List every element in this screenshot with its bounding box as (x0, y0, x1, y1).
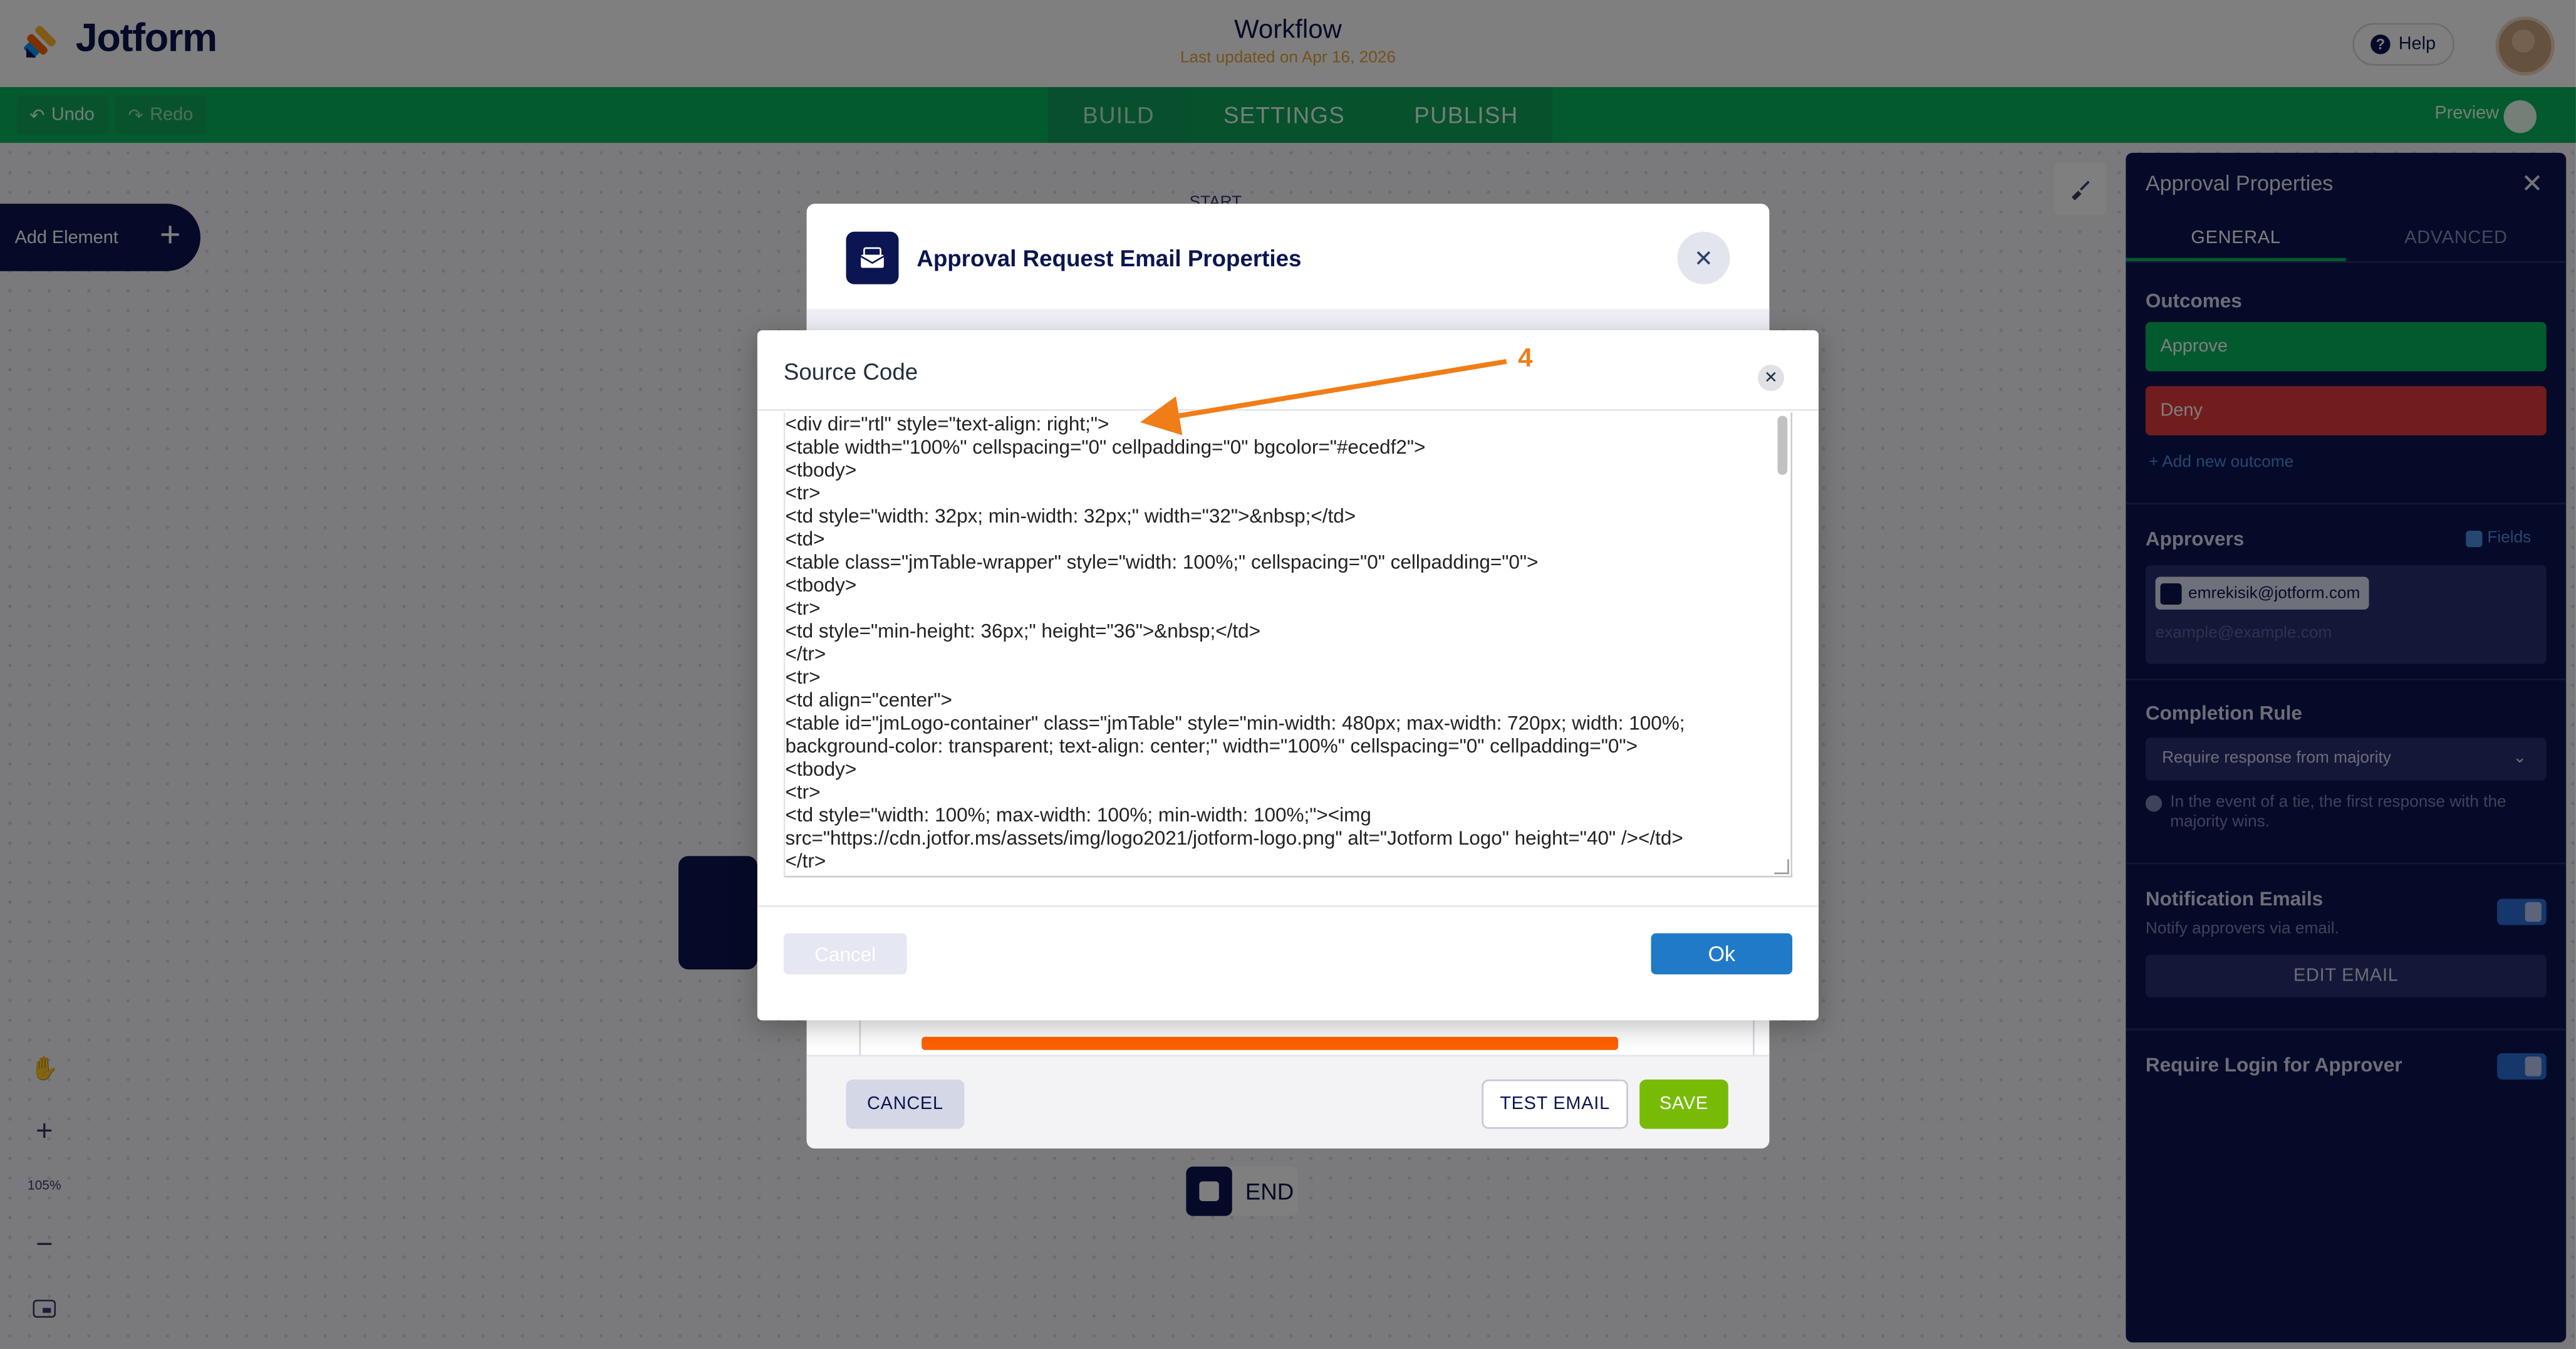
code-line: <tr> (785, 481, 821, 505)
annotation-number: 4 (1518, 345, 1533, 373)
source-cancel-button[interactable]: Cancel (783, 933, 907, 975)
ok-button[interactable]: Ok (1651, 933, 1793, 975)
code-line: <td style="width: 32px; min-width: 32px;… (785, 504, 1356, 528)
code-line: </tr> (785, 849, 826, 873)
dialog-footer: CANCEL TEST EMAIL SAVE (806, 1055, 1770, 1149)
save-button[interactable]: SAVE (1639, 1079, 1728, 1129)
code-line: <table class="jmTable-wrapper" style="wi… (785, 550, 1539, 574)
resize-handle[interactable] (1774, 859, 1789, 875)
source-code-title: Source Code (783, 358, 918, 385)
code-line: <td align="center"> (785, 688, 952, 712)
source-code-content: <div dir="rtl" style="text-align: right;… (786, 412, 1791, 872)
code-line: <tr> (785, 596, 821, 620)
close-icon[interactable]: ✕ (1677, 231, 1730, 284)
dialog-header: Approval Request Email Properties ✕ (806, 204, 1770, 311)
code-line: <table width="100%" cellspacing="0" cell… (785, 435, 1426, 459)
code-line: <table id="jmLogo-container" class="jmTa… (785, 711, 1691, 758)
source-code-dialog: Source Code ✕ <div dir="rtl" style="text… (757, 330, 1819, 1021)
cancel-button[interactable]: CANCEL (846, 1079, 965, 1129)
code-line: <tbody> (785, 573, 857, 596)
scrollbar[interactable] (1777, 415, 1788, 475)
code-line: <div dir="rtl" style="text-align: right;… (785, 412, 1109, 435)
code-line: <tr> (785, 780, 821, 804)
close-icon[interactable]: ✕ (1757, 365, 1784, 392)
code-line: <td style="min-height: 36px;" height="36… (785, 619, 1260, 643)
code-line: <td style="width: 100%; max-width: 100%;… (785, 803, 1683, 850)
email-preview-bar (922, 1036, 1619, 1050)
code-line: <tr> (785, 665, 821, 689)
code-line: <tbody> (785, 757, 857, 781)
code-line: </tr> (785, 642, 826, 666)
divider (757, 905, 1819, 907)
code-line: <td> (785, 527, 825, 551)
test-email-button[interactable]: TEST EMAIL (1482, 1079, 1628, 1129)
dialog-title: Approval Request Email Properties (917, 244, 1302, 271)
divider (757, 409, 1819, 411)
email-icon (846, 231, 899, 284)
source-code-textarea[interactable]: <div dir="rtl" style="text-align: right;… (783, 412, 1793, 878)
email-body-area (806, 309, 1770, 332)
code-line: <tbody> (785, 458, 857, 482)
screen: Jotform Workflow Last updated on Apr 16,… (0, 0, 2576, 1349)
